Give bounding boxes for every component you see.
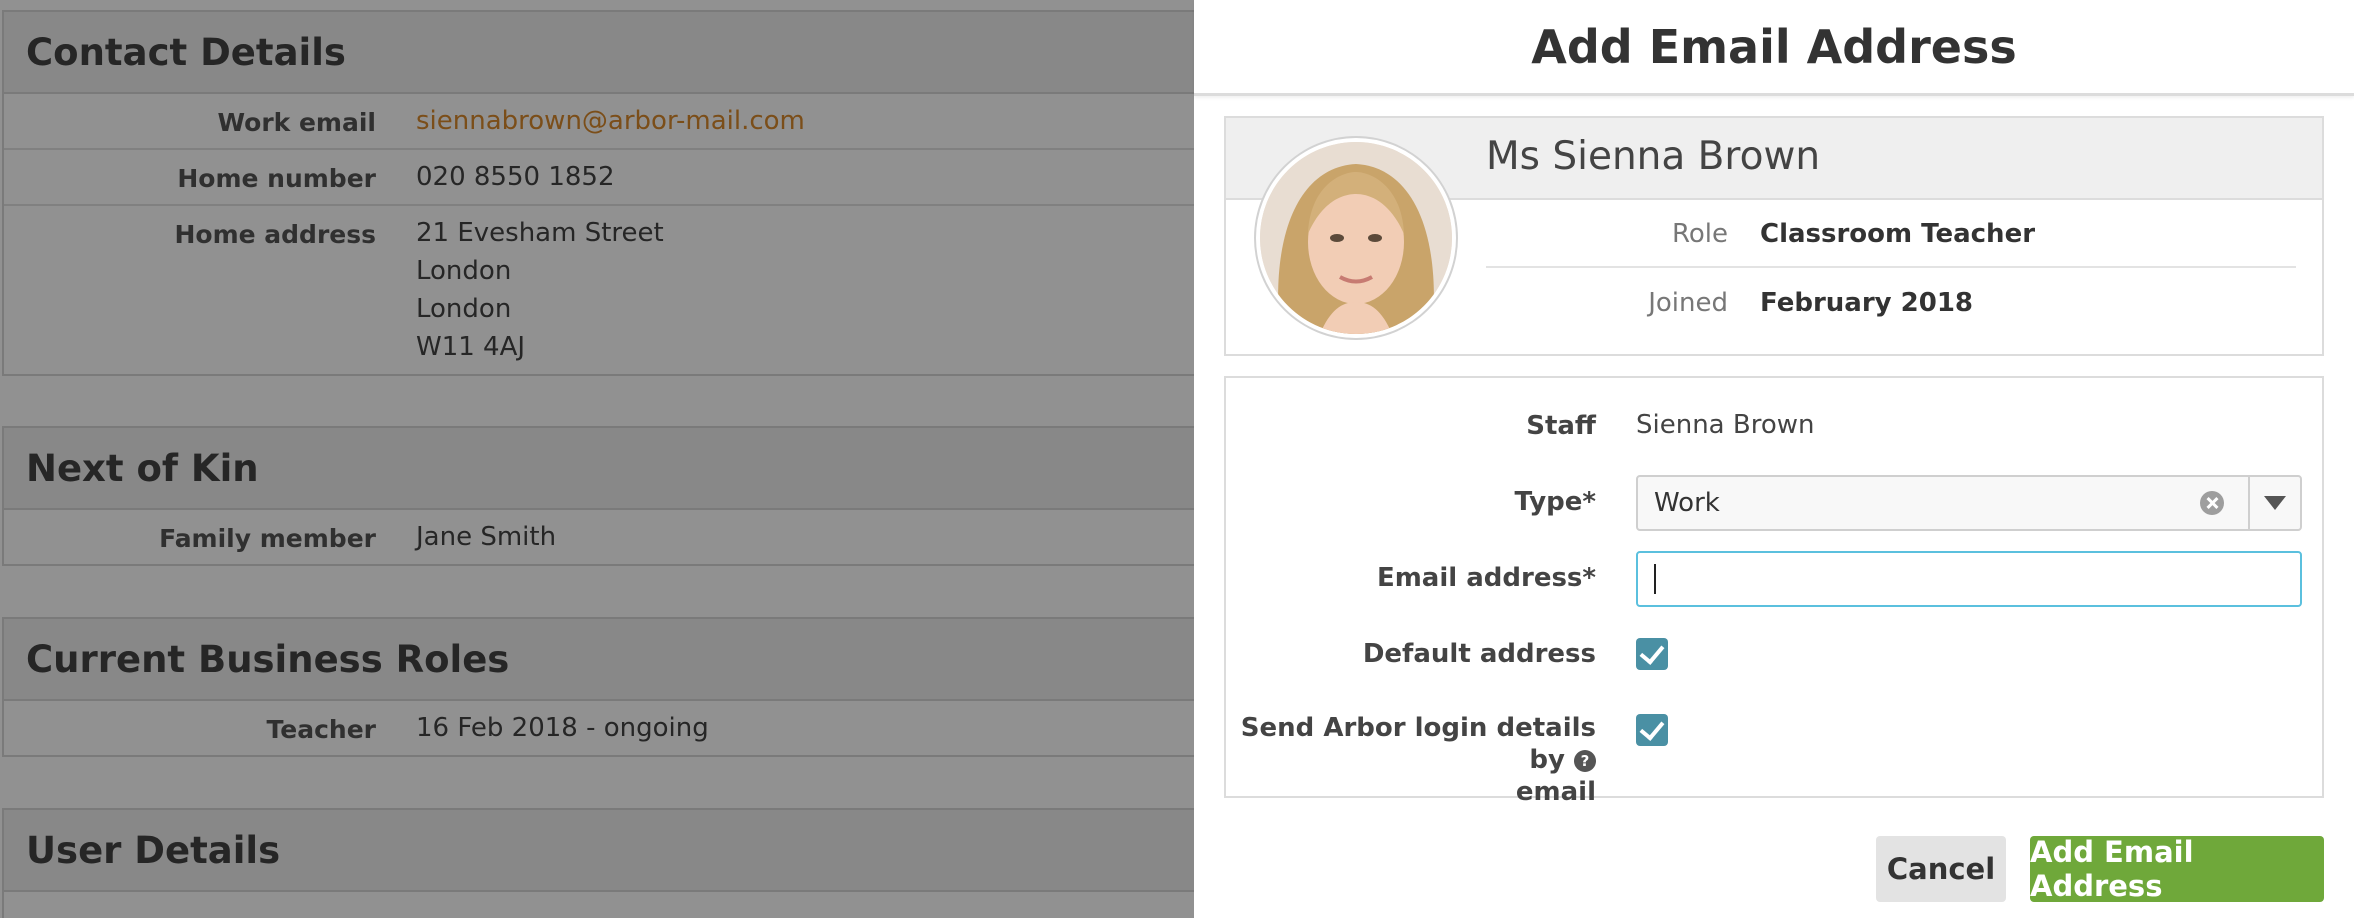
cancel-button[interactable]: Cancel xyxy=(1876,836,2006,902)
chevron-down-icon[interactable] xyxy=(2264,496,2286,510)
staff-field-value: Sienna Brown xyxy=(1636,410,1815,440)
type-field-label: Type* xyxy=(1514,487,1596,517)
default-address-label: Default address xyxy=(1362,639,1596,669)
type-select[interactable]: Work xyxy=(1636,475,2302,531)
send-login-label: Send Arbor login details by ? email xyxy=(1226,712,1596,808)
avatar xyxy=(1256,138,1456,338)
help-icon[interactable]: ? xyxy=(1574,750,1596,772)
staff-field-label: Staff xyxy=(1526,411,1596,441)
send-login-checkbox[interactable] xyxy=(1636,714,1668,746)
add-email-address-button[interactable]: Add Email Address xyxy=(2030,835,2324,903)
clear-icon[interactable] xyxy=(2200,491,2224,515)
role-label: Role xyxy=(1671,219,1728,249)
panel-header: Add Email Address xyxy=(1194,0,2354,96)
staff-profile-card: Ms Sienna Brown Role Classroom Teacher J… xyxy=(1224,116,2324,356)
email-field-label: Email address* xyxy=(1376,563,1596,593)
joined-value: February 2018 xyxy=(1760,288,1974,318)
text-caret xyxy=(1654,564,1656,594)
email-address-input[interactable] xyxy=(1636,551,2302,607)
panel-title: Add Email Address xyxy=(1531,19,2017,74)
default-address-checkbox[interactable] xyxy=(1636,638,1668,670)
role-row: Role Classroom Teacher xyxy=(1486,202,2296,268)
avatar-photo-icon xyxy=(1260,142,1452,334)
type-select-value: Work xyxy=(1654,488,1720,518)
send-login-label-line1: Send Arbor login details by xyxy=(1240,713,1596,775)
role-value: Classroom Teacher xyxy=(1760,219,2036,249)
joined-label: Joined xyxy=(1648,288,1728,318)
joined-row: Joined February 2018 xyxy=(1486,270,2296,336)
modal-backdrop[interactable] xyxy=(0,0,1194,918)
staff-name: Ms Sienna Brown xyxy=(1486,134,1821,179)
add-email-panel: Add Email Address Ms Sienna Brown Role C… xyxy=(1194,0,2354,918)
send-login-label-line2: email xyxy=(1515,777,1596,807)
select-divider xyxy=(2248,477,2250,529)
email-form: Staff Sienna Brown Type* Work Email addr… xyxy=(1224,376,2324,807)
